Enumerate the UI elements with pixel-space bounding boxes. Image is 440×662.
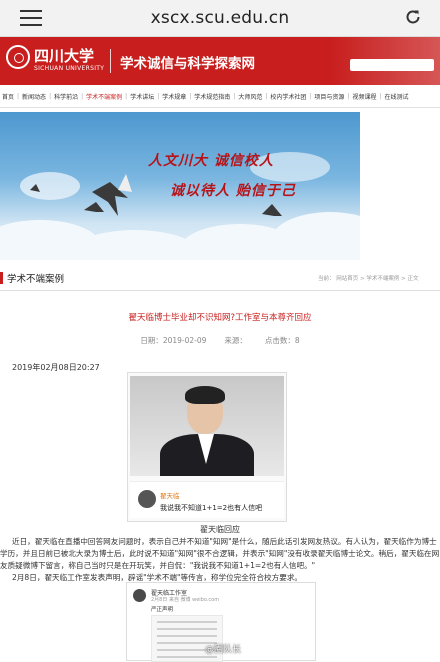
nav-separator: | [309, 92, 312, 100]
university-name-en: SICHUAN UNIVERSITY [34, 65, 105, 72]
reload-icon[interactable] [404, 8, 422, 30]
source-label: 来源： [224, 336, 247, 345]
article-dateline: 2019年02月08日20:27 [12, 363, 100, 372]
date-value: 2019-02-09 [162, 336, 207, 345]
nav-separator: | [189, 92, 192, 100]
paragraph: 近日，翟天临在直播中回答网友问题时，表示自己并不知道"知网"是什么，随后此话引发… [0, 537, 440, 570]
browser-url-bar: xscx.scu.edu.cn [0, 0, 440, 37]
image-caption: 翟天临回应 [200, 525, 240, 534]
nav-separator: | [125, 92, 128, 100]
section-accent-bar [0, 272, 3, 284]
university-name: 四川大学 [34, 47, 95, 65]
comment-author: 翟天临 [160, 492, 180, 500]
nav-item[interactable]: 学术规章 [162, 92, 186, 101]
nav-item[interactable]: 新闻动态 [22, 92, 46, 101]
watermark: @圈队长 [205, 645, 242, 655]
main-nav: 首页 | 新闻动态 | 科学前沿 | 学术不端案例 | 学术讲坛 | 学术规章 | 学术规范指南 | 大师风… [0, 85, 440, 108]
nav-item[interactable]: 学术不端案例 [86, 92, 122, 101]
date-label: 日期： [140, 336, 163, 345]
nav-separator: | [347, 92, 350, 100]
nav-separator: | [17, 92, 20, 100]
section-header: 学术不端案例 当前： 网站首页 > 学术不端案例 > 正文 [0, 264, 440, 291]
source-meta: 来源： [224, 335, 247, 346]
breadcrumb[interactable]: 当前： 网站首页 > 学术不端案例 > 正文 [318, 274, 418, 282]
avatar [133, 589, 146, 602]
article-title: 翟天临博士毕业却不识知网?工作室与本尊齐回应 [128, 313, 312, 323]
banner-image: 人文川大 诚信校人 诚以待人 贻信于己 [0, 112, 360, 260]
weibo-comment: 翟天临 我说我不知道1+1=2也有人信吧 [130, 481, 284, 518]
portrait-photo [130, 376, 284, 476]
nav-item[interactable]: 视频课程 [352, 92, 376, 101]
nav-separator: | [49, 92, 52, 100]
article-image: 翟天临 我说我不知道1+1=2也有人信吧 [127, 372, 287, 522]
nav-separator: | [233, 92, 236, 100]
nav-item[interactable]: 科学前沿 [54, 92, 78, 101]
nav-separator: | [379, 92, 382, 100]
nav-item[interactable]: 学术讲坛 [130, 92, 154, 101]
views-value: 8 [294, 336, 300, 345]
avatar [138, 490, 156, 508]
statement-sub: 2月8日 来自 微博 weibo.com [151, 597, 220, 603]
comment-text: 我说我不知道1+1=2也有人信吧 [160, 504, 263, 512]
views-label: 点击数： [264, 336, 295, 345]
nav-item[interactable]: 项目与资源 [314, 92, 344, 101]
site-header: 四川大学 SICHUAN UNIVERSITY 学术诚信与科学探索网 [0, 37, 440, 85]
banner-slogan-2: 诚以待人 贻信于己 [170, 183, 296, 199]
nav-separator: | [81, 92, 84, 100]
hair-shape [185, 386, 225, 404]
banner-slogan-1: 人文川大 诚信校人 [148, 153, 274, 169]
site-title: 学术诚信与科学探索网 [120, 56, 255, 72]
article-meta: 日期：2019-02-09 来源： 点击数：8 [0, 335, 440, 346]
university-logo-icon[interactable] [6, 45, 30, 69]
article-body: 近日，翟天临在直播中回答网友问题时，表示自己并不知道"知网"是什么，随后此话引发… [0, 536, 440, 584]
nav-item[interactable]: 大师风范 [238, 92, 262, 101]
section-title: 学术不端案例 [7, 274, 65, 285]
date-meta: 日期：2019-02-09 [140, 335, 206, 346]
views-meta: 点击数：8 [265, 335, 300, 346]
nav-item[interactable]: 学术规范指南 [194, 92, 230, 101]
url-field[interactable]: xscx.scu.edu.cn [0, 8, 440, 28]
header-divider [110, 49, 111, 73]
nav-separator: | [265, 92, 268, 100]
nav-item[interactable]: 在线测试 [385, 92, 409, 101]
nav-separator: | [157, 92, 160, 100]
nav-item[interactable]: 校内学术社团 [270, 92, 306, 101]
statement-label: 严正声明 [151, 607, 174, 613]
search-input[interactable] [350, 59, 434, 71]
nav-item[interactable]: 首页 [2, 92, 14, 101]
